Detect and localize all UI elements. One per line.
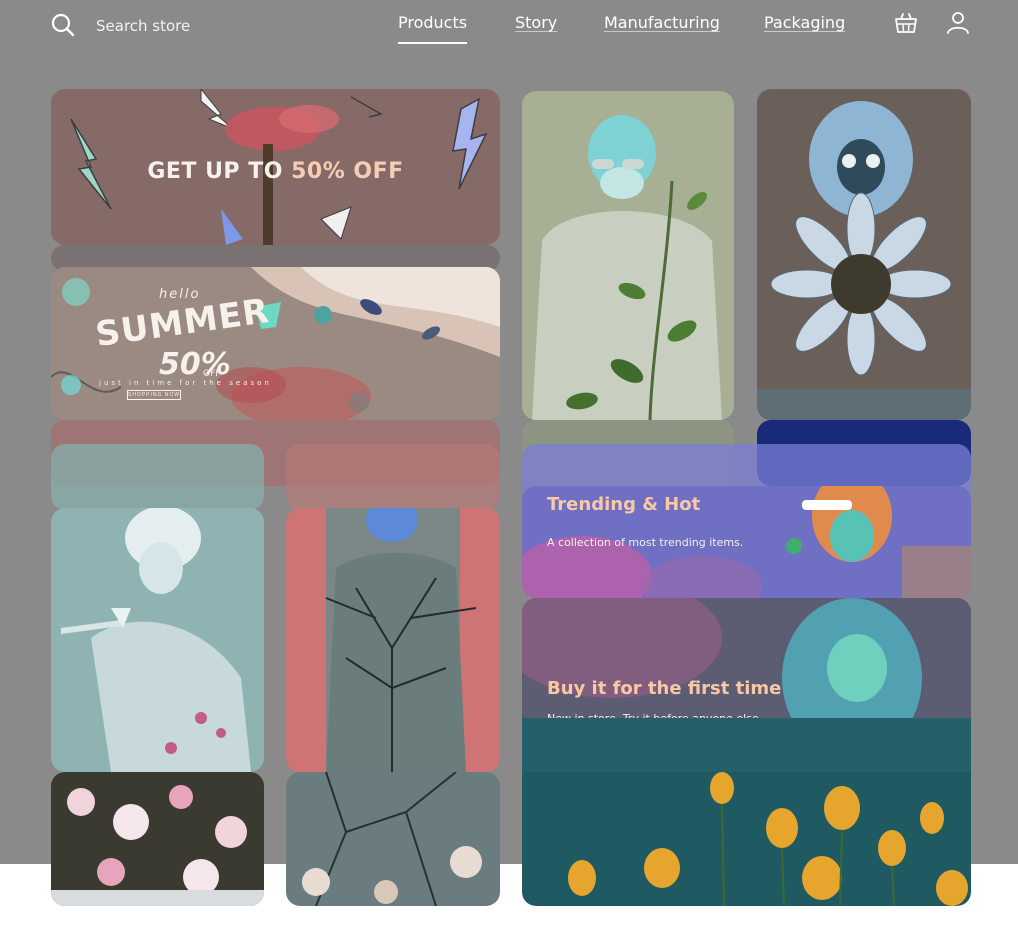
flowers-photo: [522, 718, 971, 906]
product-tile-daisy[interactable]: [757, 89, 971, 420]
flowers-photo-tile[interactable]: [522, 718, 971, 906]
blossom-photo: [51, 772, 264, 906]
product-tile-tree[interactable]: [286, 508, 500, 772]
promo-highlight: 50% OFF: [291, 159, 404, 184]
promo-headline: GET UP TO 50% OFF: [51, 159, 500, 184]
summer-banner[interactable]: hello SUMMER 50% OFF just in time for th…: [51, 267, 500, 420]
user-icon[interactable]: [945, 9, 971, 35]
promo-banner[interactable]: GET UP TO 50% OFF: [51, 89, 500, 245]
shop-now-button[interactable]: SHOPPING NOW: [127, 390, 181, 400]
product-tile-glass[interactable]: [51, 508, 264, 772]
basket-icon[interactable]: [893, 10, 919, 36]
magnolia-photo: [286, 772, 500, 906]
first-time-title: Buy it for the first time: [547, 678, 782, 699]
nav-packaging[interactable]: Packaging: [764, 13, 845, 32]
summer-tagline: just in time for the season: [99, 379, 272, 387]
trending-title: Trending & Hot: [547, 494, 701, 515]
search-input[interactable]: [96, 14, 316, 38]
site-header: Products Story Manufacturing Packaging: [0, 0, 1018, 50]
nav-story[interactable]: Story: [515, 13, 557, 32]
tree-photo: [286, 508, 500, 772]
blossom-photo-tile[interactable]: [51, 772, 264, 906]
nav-manufacturing[interactable]: Manufacturing: [604, 13, 720, 32]
sweater-photo: [522, 91, 734, 420]
nav-products[interactable]: Products: [398, 13, 468, 44]
trending-subtitle: A collection of most trending items.: [547, 536, 744, 549]
summer-off: OFF: [203, 369, 221, 379]
magnolia-photo-tile[interactable]: [286, 772, 500, 906]
search-icon[interactable]: [50, 12, 76, 38]
glass-photo: [51, 508, 264, 772]
summer-kicker: hello: [159, 287, 201, 302]
feature-trending[interactable]: Trending & Hot A collection of most tren…: [522, 486, 971, 598]
product-tile-sweater[interactable]: [522, 91, 734, 420]
daisy-photo: [757, 89, 971, 420]
promo-prefix: GET UP TO: [147, 159, 292, 184]
